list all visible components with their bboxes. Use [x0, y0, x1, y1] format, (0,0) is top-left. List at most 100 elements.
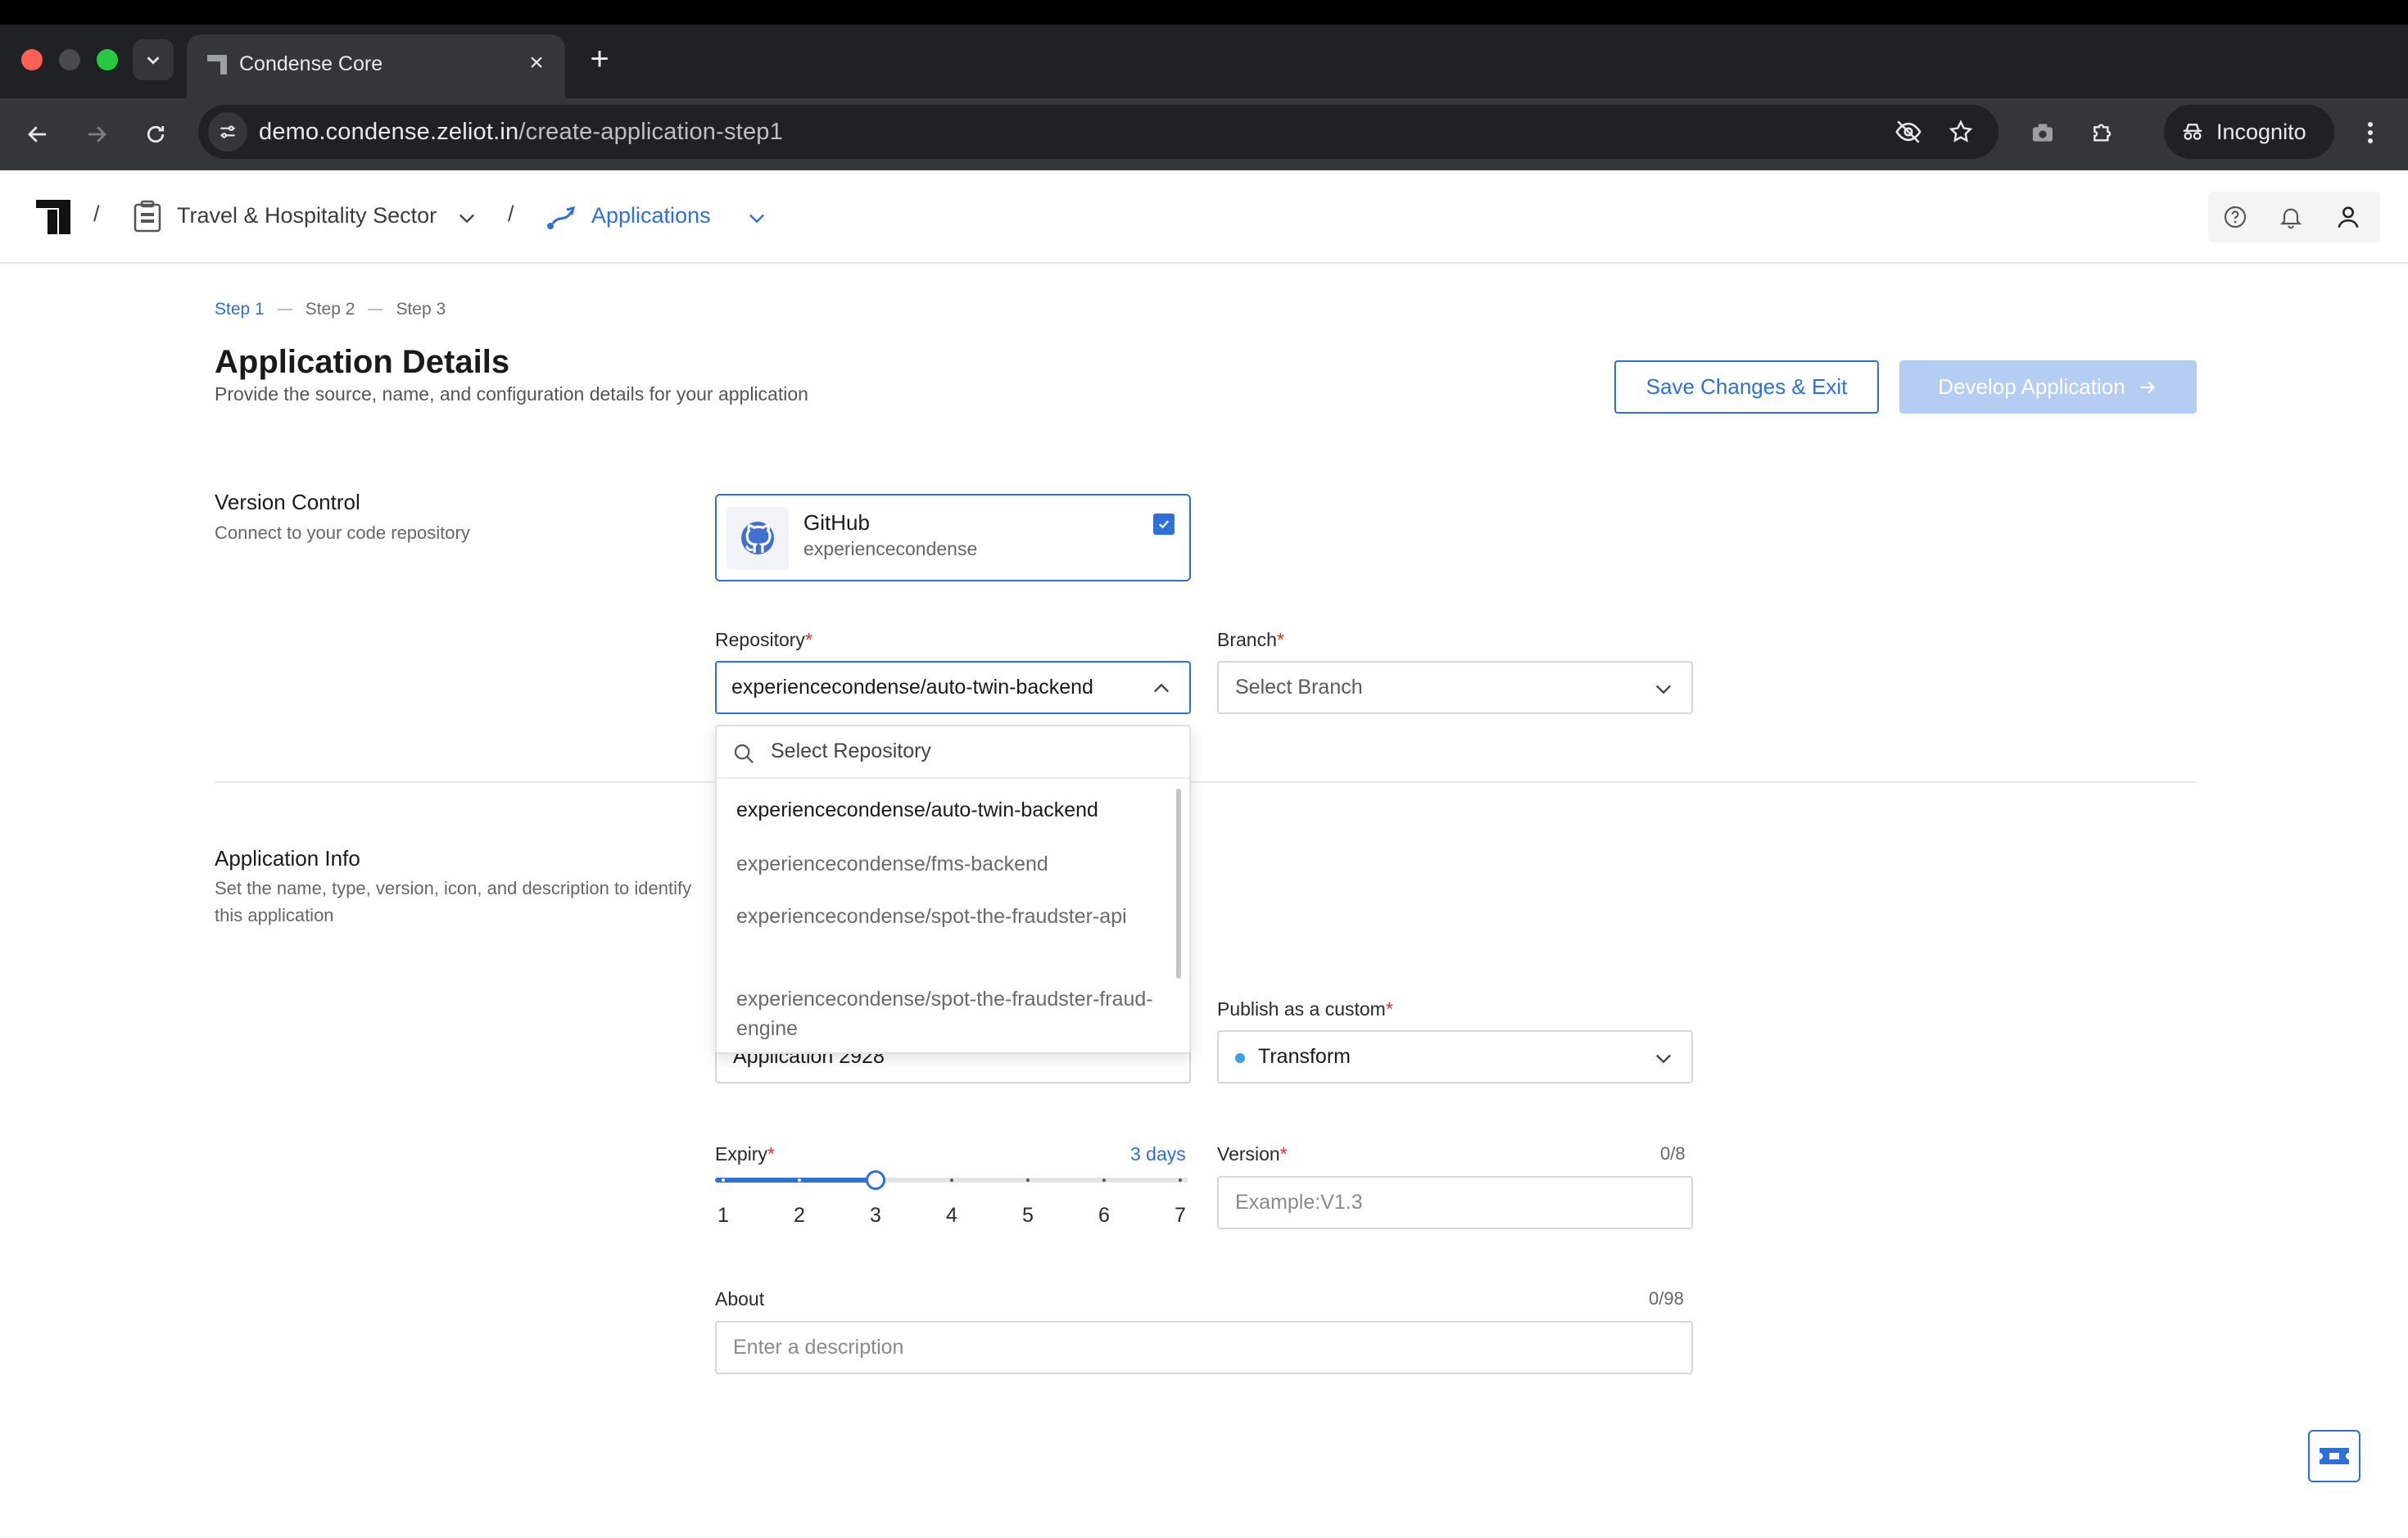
notifications-button[interactable]	[2277, 203, 2305, 231]
url-path: /create-application-step1	[518, 119, 783, 145]
back-button[interactable]	[18, 115, 57, 154]
eye-off-icon	[1895, 120, 1921, 143]
required-marker: *	[767, 1143, 775, 1165]
repository-option[interactable]: experiencecondense/spot-the-fraudster-ap…	[736, 902, 1162, 931]
step-3[interactable]: Step 3	[396, 300, 446, 319]
bookmark-button[interactable]	[1944, 115, 1977, 148]
required-marker: *	[1276, 629, 1284, 650]
browser-tab-active[interactable]: Condense Core ×	[187, 34, 565, 100]
required-marker: *	[804, 629, 812, 650]
chevron-down-icon	[1656, 685, 1671, 694]
expiry-tick-label: 3	[870, 1204, 881, 1227]
repository-option[interactable]: experiencecondense/fms-backend	[736, 849, 1162, 879]
applications-breadcrumb[interactable]: Applications	[591, 203, 711, 228]
close-window-button[interactable]	[21, 49, 43, 70]
required-marker: *	[1279, 1143, 1288, 1165]
extensions-button[interactable]	[2085, 115, 2121, 151]
branch-select[interactable]: Select Branch	[1217, 661, 1693, 714]
incognito-badge[interactable]: Incognito	[2164, 105, 2334, 159]
provider-account: experiencecondense	[803, 538, 978, 559]
expiry-tick-label: 6	[1098, 1204, 1110, 1227]
expiry-tick-label: 5	[1022, 1204, 1034, 1227]
github-provider-card[interactable]: GitHub experiencecondense	[715, 494, 1191, 581]
os-menu-strip	[0, 0, 2408, 25]
version-label: Version*	[1217, 1143, 1288, 1165]
reload-button[interactable]	[136, 115, 175, 154]
expiry-slider-handle[interactable]	[866, 1170, 885, 1190]
publish-type-select[interactable]: Transform	[1217, 1030, 1693, 1083]
publish-type-label-text: Publish as a custom	[1217, 998, 1386, 1020]
browser-menu-button[interactable]	[2354, 115, 2387, 151]
tab-search-button[interactable]	[133, 39, 174, 80]
arrow-right-icon	[88, 126, 106, 142]
branch-placeholder: Select Branch	[1235, 676, 1363, 699]
header-actions	[2208, 192, 2380, 242]
arrow-right-icon	[2140, 381, 2155, 393]
help-button[interactable]	[2221, 203, 2249, 231]
expiry-tick-label: 4	[946, 1204, 957, 1227]
maximize-window-button[interactable]	[97, 49, 118, 70]
expiry-slider-stop	[1026, 1178, 1030, 1182]
tracking-protection-button[interactable]	[1892, 115, 1925, 148]
page-subtitle: Provide the source, name, and configurat…	[215, 383, 808, 405]
repository-option[interactable]: experiencecondense/auto-twin-backend	[736, 795, 1162, 825]
user-icon	[2338, 206, 2359, 228]
repository-select[interactable]: experiencecondense/auto-twin-backend	[715, 661, 1191, 714]
url-host: demo.condense.zeliot.in	[259, 119, 519, 145]
repository-option[interactable]: experiencecondense/spot-the-fraudster-fr…	[736, 984, 1162, 1043]
save-and-exit-button[interactable]: Save Changes & Exit	[1614, 360, 1879, 414]
stepper: Step 1 Step 2 Step 3	[215, 300, 446, 319]
step-divider	[368, 309, 383, 310]
bell-icon	[2279, 208, 2302, 229]
breadcrumb-separator: /	[93, 201, 100, 226]
url-text: demo.condense.zeliot.in/create-applicati…	[259, 119, 783, 146]
about-counter: 0/98	[1649, 1288, 1684, 1309]
dropdown-scrollbar[interactable]	[1176, 789, 1181, 979]
expiry-slider-track[interactable]	[715, 1178, 1188, 1183]
minimize-window-button[interactable]	[59, 49, 80, 70]
profile-button[interactable]	[2334, 203, 2362, 231]
github-logo-container	[726, 507, 789, 569]
forward-button[interactable]	[77, 115, 116, 154]
org-selector-label[interactable]: Travel & Hospitality Sector	[177, 203, 437, 228]
version-input[interactable]: Example:V1.3	[1217, 1176, 1693, 1229]
repository-search-placeholder: Select Repository	[771, 740, 931, 762]
about-placeholder: Enter a description	[733, 1336, 904, 1359]
version-placeholder: Example:V1.3	[1235, 1191, 1363, 1214]
page-title: Application Details	[215, 344, 510, 380]
publish-type-label: Publish as a custom*	[1217, 998, 1393, 1020]
feedback-button[interactable]	[2308, 1430, 2360, 1482]
step-1[interactable]: Step 1	[215, 300, 265, 319]
screenshot-button[interactable]	[2025, 115, 2061, 151]
site-info-button[interactable]	[208, 112, 247, 152]
chevron-down-icon	[1656, 1054, 1671, 1064]
provider-checkbox[interactable]	[1153, 513, 1175, 535]
tune-icon	[220, 125, 235, 138]
expiry-value: 3 days	[1130, 1143, 1186, 1165]
incognito-label: Incognito	[2216, 119, 2306, 144]
repository-search[interactable]: Select Repository	[717, 726, 1189, 779]
branch-label-text: Branch	[1217, 629, 1277, 650]
chevron-down-icon[interactable]	[455, 206, 478, 229]
camera-icon	[2033, 124, 2053, 142]
puzzle-icon	[2093, 124, 2112, 142]
develop-application-label: Develop Application	[1938, 374, 2125, 399]
chevron-down-icon[interactable]	[745, 206, 768, 229]
version-counter: 0/8	[1660, 1143, 1686, 1164]
expiry-slider-stop	[798, 1178, 801, 1182]
expiry-tick-label: 2	[794, 1204, 805, 1227]
about-input[interactable]: Enter a description	[715, 1321, 1693, 1374]
route-icon	[547, 206, 576, 229]
expiry-slider-stop	[1179, 1178, 1182, 1182]
provider-name: GitHub	[803, 510, 870, 535]
help-circle-icon	[2224, 206, 2247, 228]
new-tab-button[interactable]: +	[583, 43, 616, 75]
develop-application-button[interactable]: Develop Application	[1899, 360, 2197, 414]
close-tab-icon[interactable]: ×	[521, 47, 552, 79]
ticket-icon	[2320, 1448, 2349, 1464]
required-marker: *	[1385, 998, 1393, 1020]
step-2[interactable]: Step 2	[306, 300, 355, 319]
address-bar[interactable]: demo.condense.zeliot.in/create-applicati…	[198, 105, 1998, 159]
condense-logo-icon[interactable]	[36, 200, 70, 234]
application-info-desc: Set the name, type, version, icon, and d…	[215, 878, 692, 925]
